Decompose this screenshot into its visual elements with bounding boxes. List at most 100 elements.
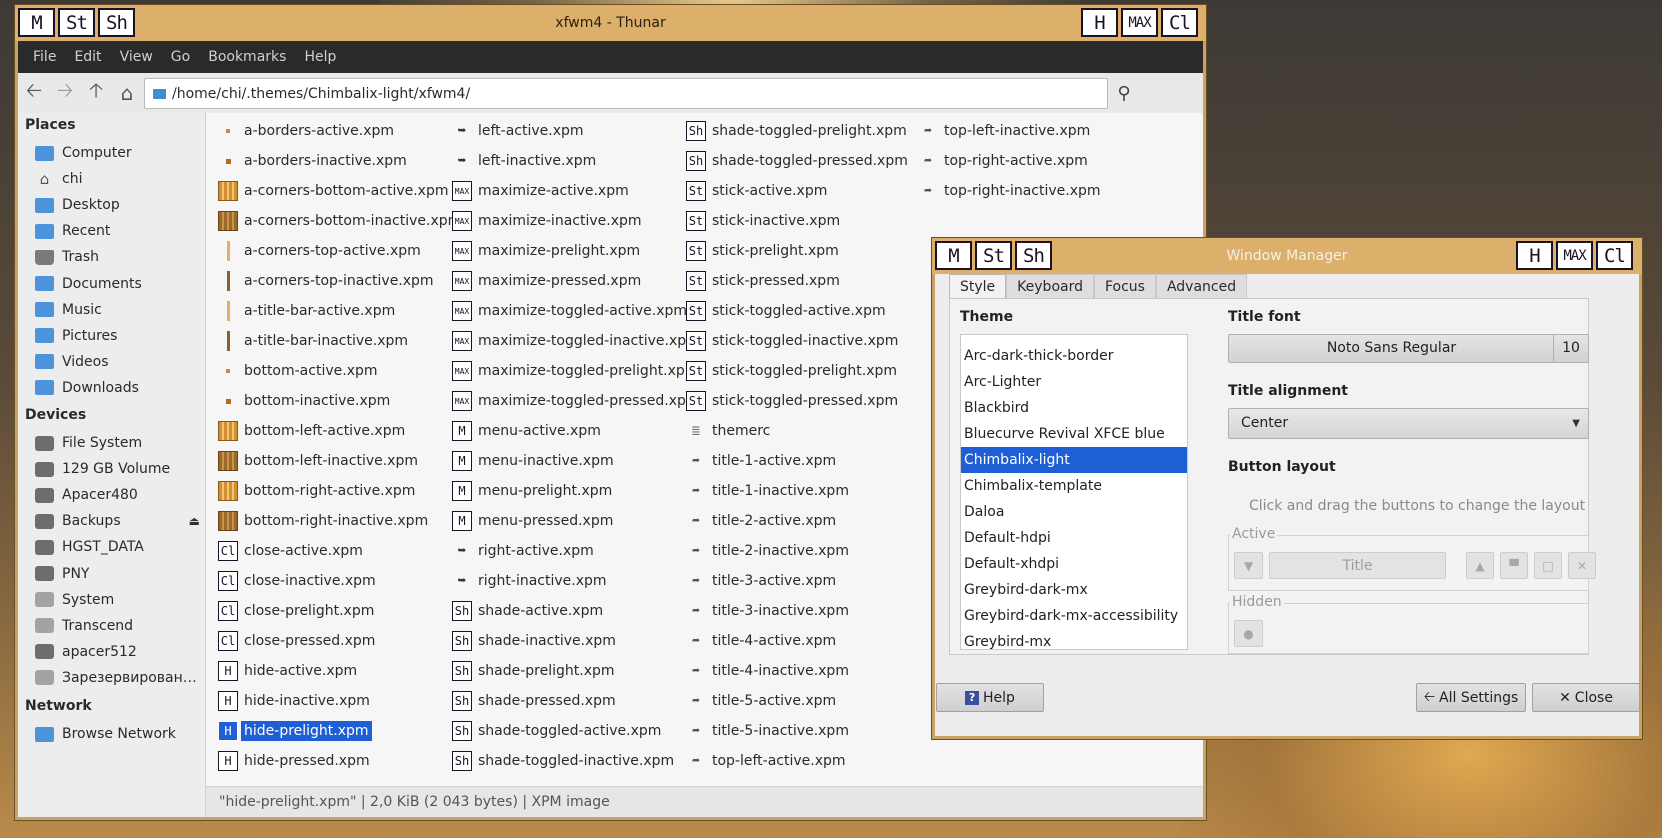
file-item[interactable]: Sh shade-toggled-active.xpm xyxy=(452,719,661,743)
theme-list-item[interactable]: Chimbalix-light xyxy=(961,447,1187,473)
location-bar[interactable]: /home/chi/.themes/Chimbalix-light/xfwm4/ xyxy=(144,78,1108,109)
file-item[interactable]: ➦ title-2-active.xpm xyxy=(686,509,836,533)
tab-keyboard[interactable]: Keyboard xyxy=(1006,274,1094,298)
menu-go[interactable]: Go xyxy=(162,49,199,65)
file-item[interactable]: bottom-active.xpm xyxy=(218,359,378,383)
file-item[interactable]: St stick-active.xpm xyxy=(686,179,827,203)
file-item[interactable]: ➦ title-5-inactive.xpm xyxy=(686,719,849,743)
file-item[interactable]: ➦ title-1-active.xpm xyxy=(686,449,836,473)
maximize-slot-button[interactable]: □ xyxy=(1534,552,1562,579)
theme-list-item[interactable]: Arc-Darker xyxy=(961,335,1187,343)
theme-list-item[interactable]: Arc-dark-thick-border xyxy=(961,343,1187,369)
sidebar-item[interactable]: Videos xyxy=(35,350,200,374)
file-item[interactable]: ➦ title-3-inactive.xpm xyxy=(686,599,849,623)
sidebar-item[interactable]: Music xyxy=(35,298,200,322)
file-item[interactable]: Sh shade-toggled-inactive.xpm xyxy=(452,749,674,773)
sidebar-item[interactable]: Documents xyxy=(35,272,200,296)
file-item[interactable]: a-borders-active.xpm xyxy=(218,119,394,143)
forward-arrow-icon[interactable]: 🡢 xyxy=(51,78,79,107)
file-item[interactable]: MAX maximize-toggled-prelight.xpm xyxy=(452,359,698,383)
file-item[interactable]: St stick-toggled-pressed.xpm xyxy=(686,389,898,413)
file-item[interactable]: a-title-bar-active.xpm xyxy=(218,299,395,323)
file-item[interactable]: ≣ themerc xyxy=(686,419,771,443)
hide-slot-button[interactable]: ▀ xyxy=(1500,552,1528,579)
file-item[interactable]: a-corners-top-active.xpm xyxy=(218,239,421,263)
home-icon[interactable]: ⌂ xyxy=(113,79,141,107)
hide-button[interactable]: H xyxy=(1516,241,1553,270)
tab-focus[interactable]: Focus xyxy=(1093,274,1156,298)
close-slot-button[interactable]: ✕ xyxy=(1568,552,1596,579)
theme-list-item[interactable]: Daloa xyxy=(961,499,1187,525)
file-item[interactable]: St stick-toggled-prelight.xpm xyxy=(686,359,897,383)
file-item[interactable]: St stick-inactive.xpm xyxy=(686,209,840,233)
sidebar-item[interactable]: apacer512 xyxy=(35,640,200,664)
file-item[interactable]: MAX maximize-pressed.xpm xyxy=(452,269,641,293)
file-item[interactable]: MAX maximize-toggled-inactive.xpm xyxy=(452,329,700,353)
file-item[interactable]: ➦ top-left-inactive.xpm xyxy=(918,119,1090,143)
file-item[interactable]: bottom-right-inactive.xpm xyxy=(218,509,428,533)
menu-slot-button[interactable]: ▼ xyxy=(1234,552,1263,579)
file-item[interactable]: MAX maximize-toggled-pressed.xpm xyxy=(452,389,700,413)
menu-help[interactable]: Help xyxy=(295,49,345,65)
file-item[interactable]: Mmenu-prelight.xpm xyxy=(452,479,612,503)
file-item[interactable]: a-borders-inactive.xpm xyxy=(218,149,407,173)
up-arrow-icon[interactable]: 🡡 xyxy=(82,78,110,107)
file-item[interactable]: a-corners-bottom-active.xpm xyxy=(218,179,449,203)
menu-bookmarks[interactable]: Bookmarks xyxy=(199,49,295,65)
file-item[interactable]: Mmenu-active.xpm xyxy=(452,419,601,443)
theme-list-item[interactable]: Arc-Lighter xyxy=(961,369,1187,395)
theme-list-item[interactable]: Bluecurve Revival XFCE blue xyxy=(961,421,1187,447)
file-item[interactable]: ➦ title-3-active.xpm xyxy=(686,569,836,593)
theme-list-item[interactable]: Greybird-dark-mx xyxy=(961,577,1187,603)
file-item[interactable]: Cl close-pressed.xpm xyxy=(218,629,375,653)
sidebar-item[interactable]: Desktop xyxy=(35,193,200,217)
sidebar-item[interactable]: HGST_DATA xyxy=(35,535,200,559)
file-item[interactable]: ➦ top-right-active.xpm xyxy=(918,149,1088,173)
file-item[interactable]: MAX maximize-toggled-active.xpm xyxy=(452,299,687,323)
sidebar-item[interactable]: Browse Network xyxy=(35,722,200,746)
sidebar-item[interactable]: Backups ⏏ xyxy=(35,509,200,533)
file-item[interactable]: St stick-prelight.xpm xyxy=(686,239,839,263)
theme-list-item[interactable]: Greybird-mx xyxy=(961,629,1187,649)
file-item[interactable]: Mmenu-pressed.xpm xyxy=(452,509,613,533)
file-item[interactable]: Cl close-prelight.xpm xyxy=(218,599,374,623)
file-item[interactable]: St stick-toggled-inactive.xpm xyxy=(686,329,898,353)
close-button[interactable]: Cl xyxy=(1161,8,1198,37)
title-alignment-select[interactable]: Center ▼ xyxy=(1228,408,1589,439)
shade-button[interactable]: Sh xyxy=(1015,241,1052,270)
sidebar-item[interactable]: System xyxy=(35,588,200,612)
file-item[interactable]: ➦ title-2-inactive.xpm xyxy=(686,539,849,563)
search-icon[interactable]: ⚲ xyxy=(1110,79,1138,107)
file-item[interactable]: ➦ title-4-active.xpm xyxy=(686,629,836,653)
file-item[interactable]: Sh shade-toggled-pressed.xpm xyxy=(686,149,908,173)
file-item[interactable]: Hhide-inactive.xpm xyxy=(218,689,370,713)
sidebar-item[interactable]: 129 GB Volume xyxy=(35,457,200,481)
maximize-button[interactable]: MAX xyxy=(1121,8,1158,37)
sidebar-item[interactable]: Downloads xyxy=(35,376,200,400)
file-item[interactable]: Hhide-pressed.xpm xyxy=(218,749,370,773)
file-item[interactable]: Hhide-prelight.xpm xyxy=(218,719,372,743)
eject-icon[interactable]: ⏏ xyxy=(189,514,200,528)
help-button[interactable]: ? Help xyxy=(936,683,1044,712)
file-item[interactable]: bottom-left-active.xpm xyxy=(218,419,405,443)
sidebar-item[interactable]: Transcend xyxy=(35,614,200,638)
sidebar-item[interactable]: Trash xyxy=(35,245,200,269)
file-item[interactable]: ➦ title-4-inactive.xpm xyxy=(686,659,849,683)
stick-button[interactable]: St xyxy=(58,8,95,37)
theme-list-item[interactable]: Blackbird xyxy=(961,395,1187,421)
file-item[interactable]: bottom-inactive.xpm xyxy=(218,389,390,413)
file-item[interactable]: a-title-bar-inactive.xpm xyxy=(218,329,408,353)
window-menu-button[interactable]: M xyxy=(935,241,972,270)
stick-slot-button[interactable]: ▲ xyxy=(1466,552,1494,579)
window-menu-button[interactable]: M xyxy=(18,8,55,37)
file-item[interactable]: MAX maximize-inactive.xpm xyxy=(452,209,642,233)
file-item[interactable]: a-corners-top-inactive.xpm xyxy=(218,269,434,293)
sidebar-item[interactable]: Recent xyxy=(35,219,200,243)
file-item[interactable]: MAX maximize-prelight.xpm xyxy=(452,239,640,263)
file-item[interactable]: bottom-left-inactive.xpm xyxy=(218,449,418,473)
theme-list-item[interactable]: Greybird-dark-mx-accessibility xyxy=(961,603,1187,629)
file-item[interactable]: ➦ title-1-inactive.xpm xyxy=(686,479,849,503)
file-item[interactable]: ➥ right-active.xpm xyxy=(452,539,594,563)
shade-button[interactable]: Sh xyxy=(98,8,135,37)
file-item[interactable]: St stick-toggled-active.xpm xyxy=(686,299,886,323)
